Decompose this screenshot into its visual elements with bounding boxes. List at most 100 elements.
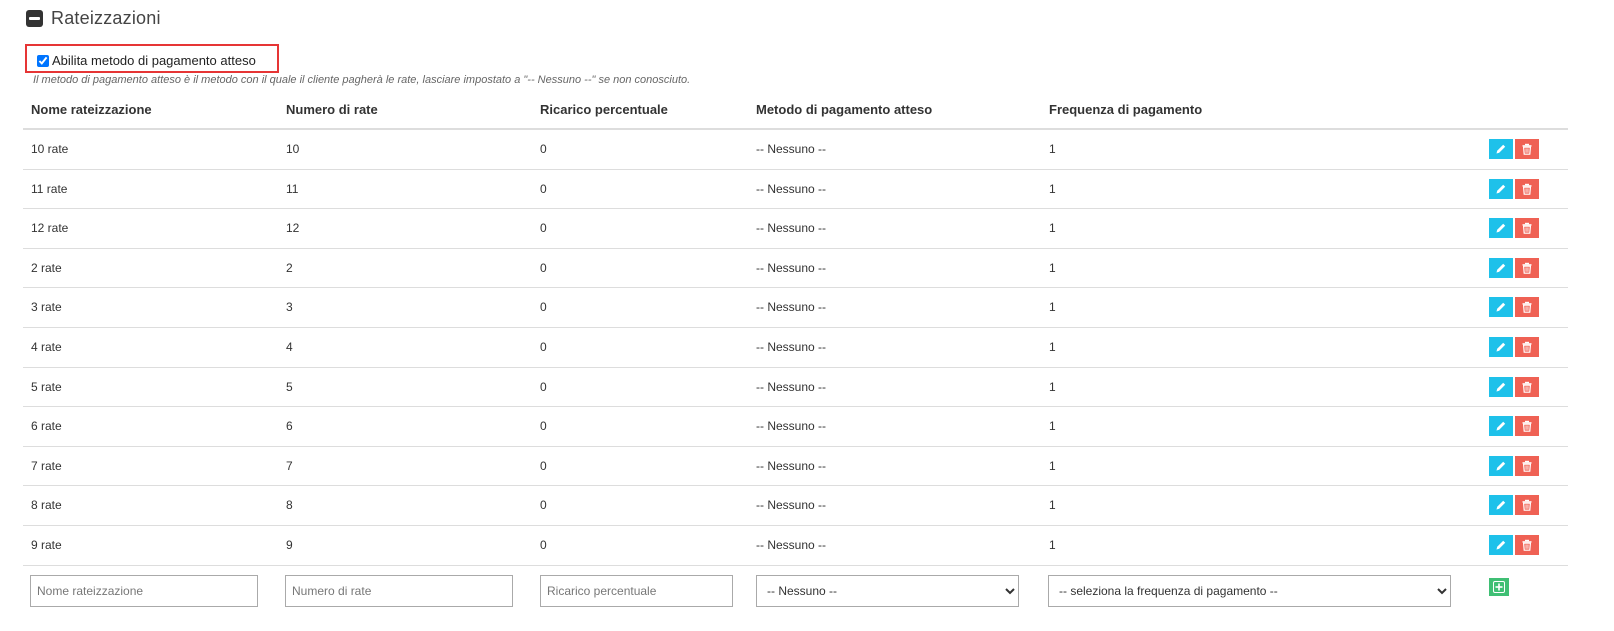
row-method: -- Nessuno -- (756, 221, 827, 236)
delete-button[interactable] (1515, 376, 1539, 397)
row-actions (1489, 376, 1539, 397)
expected-payment-option[interactable]: Abilita metodo di pagamento atteso (37, 53, 256, 68)
row-name: 6 rate (31, 419, 62, 434)
edit-button[interactable] (1489, 178, 1513, 199)
surcharge-input[interactable] (540, 574, 733, 607)
pencil-icon (1496, 421, 1506, 431)
delete-button[interactable] (1515, 297, 1539, 318)
table-row: 8 rate 8 0 -- Nessuno -- 1 (23, 486, 1568, 526)
row-actions (1489, 534, 1539, 555)
edit-button[interactable] (1489, 495, 1513, 516)
trash-icon (1522, 420, 1532, 432)
table-row: 9 rate 9 0 -- Nessuno -- 1 (23, 526, 1568, 566)
edit-button[interactable] (1489, 257, 1513, 278)
edit-button[interactable] (1489, 455, 1513, 476)
row-name: 7 rate (31, 458, 62, 473)
edit-button[interactable] (1489, 336, 1513, 357)
section-header: Rateizzazioni (26, 8, 161, 29)
row-actions (1489, 178, 1539, 199)
row-method: -- Nessuno -- (756, 142, 827, 156)
row-actions (1489, 416, 1539, 437)
row-surcharge: 0 (540, 537, 547, 552)
table-row: 7 rate 7 0 -- Nessuno -- 1 (23, 447, 1568, 487)
pencil-icon (1496, 342, 1506, 352)
edit-button[interactable] (1489, 416, 1513, 437)
row-method: -- Nessuno -- (756, 260, 827, 275)
table-row: 11 rate 11 0 -- Nessuno -- 1 (23, 170, 1568, 210)
pencil-icon (1496, 540, 1506, 550)
row-frequency: 1 (1049, 260, 1056, 275)
add-installment-button[interactable] (1489, 577, 1509, 596)
table-row: 2 rate 2 0 -- Nessuno -- 1 (23, 249, 1568, 289)
column-header-frequency: Frequenza di pagamento (1049, 102, 1203, 117)
row-frequency: 1 (1049, 498, 1056, 513)
trash-icon (1522, 381, 1532, 393)
trash-icon (1522, 262, 1532, 274)
delete-button[interactable] (1515, 336, 1539, 357)
row-actions (1489, 297, 1539, 318)
frequency-select[interactable]: -- seleziona la frequenza di pagamento -… (1048, 574, 1451, 607)
expected-payment-label: Abilita metodo di pagamento atteso (52, 53, 256, 68)
section-title: Rateizzazioni (51, 8, 161, 28)
trash-icon (1522, 539, 1532, 551)
trash-icon (1522, 302, 1532, 314)
row-frequency: 1 (1049, 181, 1056, 196)
trash-icon (1522, 341, 1532, 353)
row-count: 2 (286, 260, 293, 275)
row-name: 5 rate (31, 379, 62, 394)
row-frequency: 1 (1049, 221, 1056, 236)
row-count: 5 (286, 379, 293, 394)
edit-button[interactable] (1489, 139, 1513, 159)
delete-button[interactable] (1515, 139, 1539, 159)
edit-button[interactable] (1489, 376, 1513, 397)
expected-payment-checkbox[interactable] (37, 54, 49, 67)
pencil-icon (1496, 144, 1506, 154)
table-header: Nome rateizzazione Numero di rate Ricari… (23, 88, 1568, 130)
row-name: 8 rate (31, 498, 62, 513)
edit-button[interactable] (1489, 297, 1513, 318)
row-actions (1489, 218, 1539, 239)
column-header-method: Metodo di pagamento atteso (756, 102, 933, 117)
row-frequency: 1 (1049, 142, 1056, 156)
row-surcharge: 0 (540, 142, 547, 156)
delete-button[interactable] (1515, 534, 1539, 555)
method-select[interactable]: -- Nessuno -- (756, 574, 1019, 607)
row-method: -- Nessuno -- (756, 458, 827, 473)
trash-icon (1522, 500, 1532, 512)
column-header-name: Nome rateizzazione (31, 102, 152, 117)
row-name: 4 rate (31, 339, 62, 354)
row-frequency: 1 (1049, 379, 1056, 394)
row-actions (1489, 495, 1539, 516)
row-frequency: 1 (1049, 458, 1056, 473)
count-input[interactable] (285, 574, 513, 607)
collapse-icon[interactable] (26, 10, 43, 27)
row-count: 6 (286, 419, 293, 434)
row-count: 3 (286, 300, 293, 315)
help-text: Il metodo di pagamento atteso è il metod… (33, 74, 691, 86)
row-actions (1489, 257, 1539, 278)
row-count: 10 (286, 142, 300, 156)
row-surcharge: 0 (540, 458, 547, 473)
edit-button[interactable] (1489, 534, 1513, 555)
delete-button[interactable] (1515, 178, 1539, 199)
table-row: 3 rate 3 0 -- Nessuno -- 1 (23, 288, 1568, 328)
row-method: -- Nessuno -- (756, 339, 827, 354)
row-method: -- Nessuno -- (756, 498, 827, 513)
row-count: 9 (286, 537, 293, 552)
pencil-icon (1496, 382, 1506, 392)
delete-button[interactable] (1515, 218, 1539, 239)
row-method: -- Nessuno -- (756, 537, 827, 552)
table-row: 12 rate 12 0 -- Nessuno -- 1 (23, 209, 1568, 249)
row-surcharge: 0 (540, 221, 547, 236)
row-count: 11 (286, 181, 299, 196)
pencil-icon (1496, 501, 1506, 510)
delete-button[interactable] (1515, 416, 1539, 437)
row-surcharge: 0 (540, 498, 547, 513)
name-input[interactable] (30, 574, 258, 607)
edit-button[interactable] (1489, 218, 1513, 239)
table-row: 10 rate 10 0 -- Nessuno -- 1 (23, 130, 1568, 170)
delete-button[interactable] (1515, 455, 1539, 476)
delete-button[interactable] (1515, 495, 1539, 516)
new-installment-form: -- Nessuno -- -- seleziona la frequenza … (23, 566, 1568, 616)
delete-button[interactable] (1515, 257, 1539, 278)
